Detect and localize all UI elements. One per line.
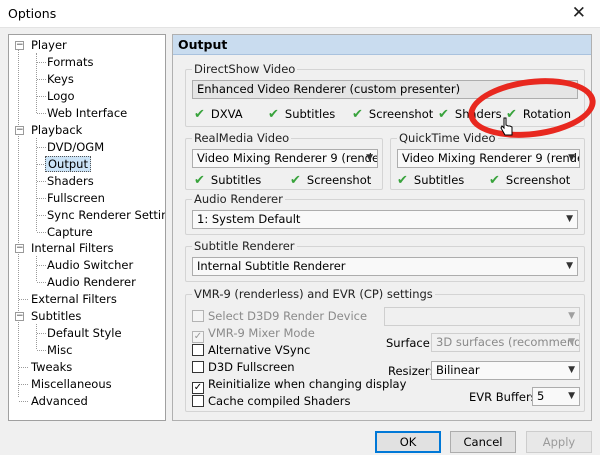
- tree-item-output[interactable]: Output: [45, 156, 91, 172]
- collapse-icon[interactable]: −: [15, 126, 24, 135]
- tree-item-label: Player: [31, 38, 67, 52]
- tree-subtitles-line: [36, 324, 37, 349]
- qt-screenshot-status: ✔ Screenshot: [489, 173, 571, 188]
- tree-item-dvd-ogm[interactable]: DVD/OGM: [45, 139, 106, 155]
- subtitle-renderer-group: Subtitle Renderer Internal Subtitle Rend…: [185, 239, 585, 282]
- rotation-status: ✔ Rotation: [506, 107, 572, 122]
- close-icon[interactable]: ✕: [572, 3, 586, 23]
- check-icon: ✔: [268, 107, 279, 122]
- tree-item-audio-renderer[interactable]: Audio Renderer: [45, 274, 138, 290]
- tree-item-player[interactable]: − Player: [15, 37, 69, 53]
- check-icon: ✔: [352, 107, 363, 122]
- select-d3d9-checkbox[interactable]: Select D3D9 Render Device: [192, 309, 367, 325]
- directshow-renderer-select[interactable]: Enhanced Video Renderer (custom presente…: [192, 80, 578, 99]
- directshow-group: DirectShow Video Enhanced Video Renderer…: [185, 62, 585, 127]
- realmedia-renderer-select[interactable]: Video Mixing Renderer 9 (renderless▼: [192, 149, 378, 168]
- audio-renderer-legend: Audio Renderer: [192, 192, 285, 206]
- d3d-fullscreen-checkbox[interactable]: D3D Fullscreen: [192, 360, 295, 376]
- tree-item-default-style[interactable]: Default Style: [45, 325, 124, 341]
- resizer-select[interactable]: Bilinear ▼: [431, 361, 580, 380]
- collapse-icon[interactable]: −: [15, 312, 24, 321]
- tree-item-misc[interactable]: Misc: [45, 342, 74, 358]
- tree-item-logo[interactable]: Logo: [45, 88, 77, 104]
- evr-buffers-select[interactable]: 5 ▼: [532, 387, 580, 406]
- realmedia-legend: RealMedia Video: [192, 131, 292, 145]
- reinit-display-checkbox[interactable]: ✓ Reinitialize when changing display: [192, 377, 406, 394]
- ok-button[interactable]: OK: [375, 431, 441, 453]
- checkmark-icon: ✓: [192, 331, 204, 343]
- tree-item-external-filters[interactable]: External Filters: [29, 291, 119, 307]
- directshow-legend: DirectShow Video: [192, 62, 298, 76]
- quicktime-legend: QuickTime Video: [397, 131, 498, 145]
- tree-item-playback[interactable]: − Playback: [15, 122, 84, 138]
- subtitle-renderer-select[interactable]: Internal Subtitle Renderer ▼: [192, 257, 578, 276]
- audio-renderer-group: Audio Renderer 1: System Default ▼: [185, 192, 585, 235]
- chevron-down-icon: ▼: [566, 261, 573, 271]
- surface-label: Surface:: [386, 336, 434, 350]
- window-title: Options: [8, 6, 57, 21]
- tree-filters-line: [36, 256, 37, 281]
- title-bar: Options ✕: [0, 0, 600, 28]
- chevron-down-icon: ▼: [568, 391, 575, 401]
- tree-item-advanced[interactable]: Advanced: [29, 393, 90, 409]
- tree-item-subtitles[interactable]: − Subtitles: [15, 308, 83, 324]
- vmr9-mixer-checkbox[interactable]: ✓ VMR-9 Mixer Mode: [192, 326, 315, 343]
- chevron-down-icon: ▼: [568, 337, 575, 347]
- screenshot-status: ✔ Screenshot: [352, 107, 434, 122]
- check-icon: ✔: [397, 173, 408, 188]
- realmedia-group: RealMedia Video Video Mixing Renderer 9 …: [185, 131, 383, 190]
- check-icon: ✔: [489, 173, 500, 188]
- evr-buffers-label: EVR Buffers:: [469, 390, 541, 404]
- tree-item-tweaks[interactable]: Tweaks: [29, 359, 74, 375]
- d3d9-device-select[interactable]: ▼: [384, 307, 580, 326]
- options-tree: − Player Formats Keys Logo Web Interface…: [8, 34, 166, 421]
- tree-item-miscellaneous[interactable]: Miscellaneous: [29, 376, 114, 392]
- rm-subtitles-status: ✔ Subtitles: [194, 173, 262, 188]
- shaders-status: ✔ Shaders: [438, 107, 502, 122]
- tree-item-audio-switcher[interactable]: Audio Switcher: [45, 257, 135, 273]
- chevron-down-icon: ▼: [568, 365, 575, 375]
- chevron-down-icon: ▼: [366, 153, 373, 163]
- tree-root-line: [18, 45, 19, 397]
- page-title: Output: [178, 37, 228, 52]
- cache-shaders-checkbox[interactable]: Cache compiled Shaders: [192, 394, 350, 410]
- tree-item-formats[interactable]: Formats: [45, 54, 96, 70]
- vmr-settings-legend: VMR-9 (renderless) and EVR (CP) settings: [192, 287, 435, 301]
- subtitles-status: ✔ Subtitles: [268, 107, 336, 122]
- quicktime-group: QuickTime Video Video Mixing Renderer 9 …: [390, 131, 585, 190]
- tree-item-capture[interactable]: Capture: [45, 224, 95, 240]
- subtitle-renderer-legend: Subtitle Renderer: [192, 239, 297, 253]
- tree-item-fullscreen[interactable]: Fullscreen: [45, 190, 107, 206]
- collapse-icon[interactable]: −: [15, 244, 24, 253]
- check-icon: ✔: [438, 107, 449, 122]
- resizer-label: Resizer:: [388, 364, 434, 378]
- panel-header: Output: [173, 35, 591, 55]
- tree-item-keys[interactable]: Keys: [45, 71, 76, 87]
- audio-renderer-select[interactable]: 1: System Default ▼: [192, 210, 578, 229]
- check-icon: ✔: [194, 107, 205, 122]
- tree-playback-line: [36, 138, 37, 231]
- chevron-down-icon: ▼: [568, 153, 575, 163]
- check-icon: ✔: [290, 173, 301, 188]
- rm-screenshot-status: ✔ Screenshot: [290, 173, 372, 188]
- tree-item-internal-filters[interactable]: − Internal Filters: [15, 240, 115, 256]
- surface-select[interactable]: 3D surfaces (recommended)▼: [431, 333, 580, 352]
- tree-item-shaders[interactable]: Shaders: [45, 173, 96, 189]
- chevron-down-icon: ▼: [566, 214, 573, 224]
- qt-subtitles-status: ✔ Subtitles: [397, 173, 465, 188]
- apply-button[interactable]: Apply: [526, 431, 592, 453]
- vmr-settings-group: VMR-9 (renderless) and EVR (CP) settings…: [185, 287, 585, 412]
- tree-item-web-interface[interactable]: Web Interface: [45, 105, 129, 121]
- dxva-status: ✔ DXVA: [194, 107, 243, 122]
- output-panel: Output DirectShow Video Enhanced Video R…: [172, 34, 592, 421]
- chevron-down-icon: ▼: [568, 311, 575, 321]
- collapse-icon[interactable]: −: [15, 41, 24, 50]
- check-icon: ✔: [506, 107, 517, 122]
- quicktime-renderer-select[interactable]: Video Mixing Renderer 9 (renderless▼: [397, 149, 580, 168]
- cancel-button[interactable]: Cancel: [450, 431, 516, 453]
- tree-item-sync-renderer[interactable]: Sync Renderer Settings: [45, 207, 165, 223]
- check-icon: ✔: [194, 173, 205, 188]
- checkmark-icon: ✓: [192, 382, 204, 394]
- alt-vsync-checkbox[interactable]: Alternative VSync: [192, 343, 310, 359]
